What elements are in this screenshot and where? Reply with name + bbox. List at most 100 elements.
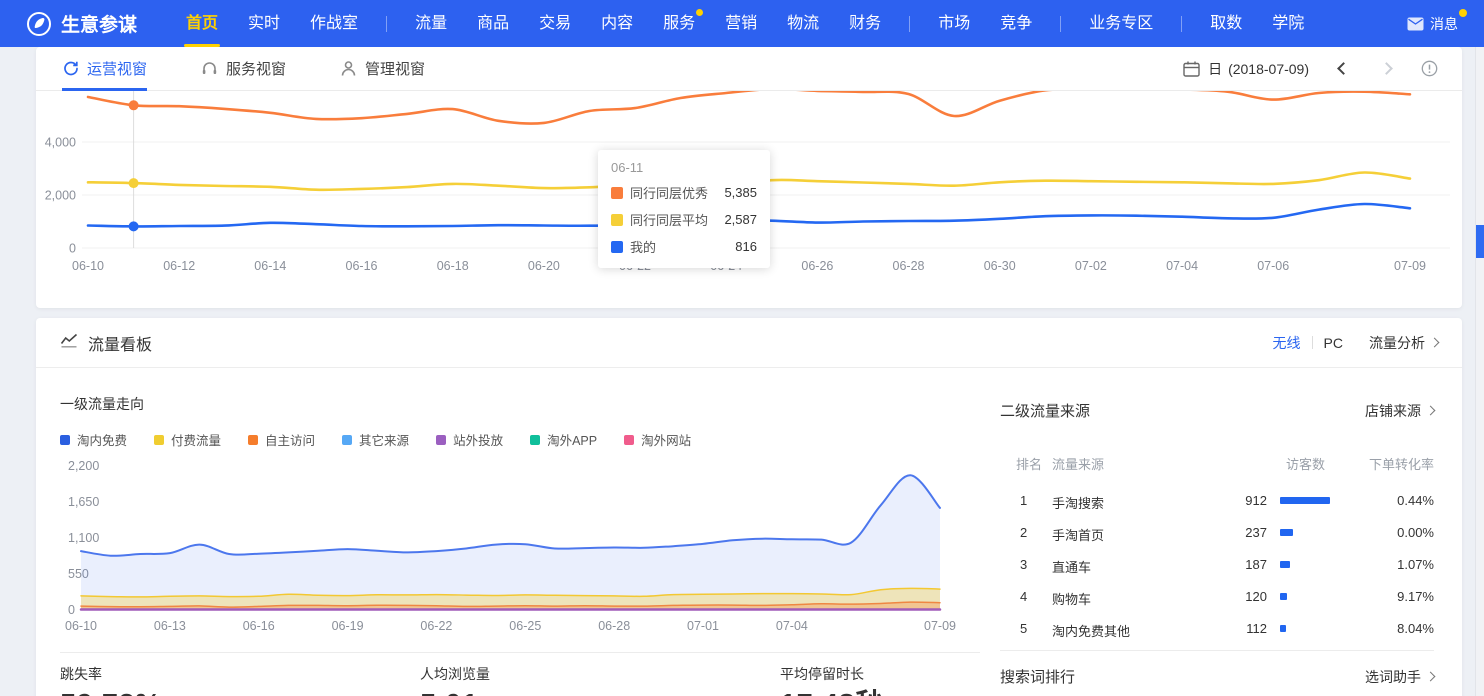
section-title: 流量看板 — [88, 331, 152, 355]
visitors-cell: 112 — [1246, 621, 1267, 636]
tab-management-view[interactable]: 管理视窗 — [340, 47, 425, 91]
date-granularity[interactable]: 日 — [1208, 59, 1222, 79]
stat-value: 59.72% — [60, 690, 420, 696]
brand[interactable]: 生意参谋 — [26, 10, 137, 37]
legend-swatch — [248, 435, 258, 445]
tooltip-series-name: 同行同层平均 — [630, 210, 708, 229]
x-tick-label: 06-20 — [528, 259, 560, 273]
visitors-bar — [1280, 593, 1287, 600]
nav-item-content[interactable]: 内容 — [601, 0, 633, 47]
legend-swatch — [611, 187, 623, 199]
nav-item-data-fetch[interactable]: 取数 — [1210, 0, 1242, 47]
legend-swatch — [624, 435, 634, 445]
legend-item-4[interactable]: 站外投放 — [436, 430, 503, 449]
x-tick-label: 07-04 — [776, 619, 808, 633]
area-fill-0 — [81, 475, 940, 610]
nav-item-academy[interactable]: 学院 — [1272, 0, 1304, 47]
tab-operation-view[interactable]: 运营视窗 — [62, 47, 147, 91]
nav-item-service[interactable]: 服务 — [663, 0, 695, 47]
tab-service-view[interactable]: 服务视窗 — [201, 47, 286, 91]
legend-item-0[interactable]: 淘内免费 — [60, 430, 127, 449]
nav-item-marketing[interactable]: 营销 — [725, 0, 757, 47]
nav-item-war-room[interactable]: 作战室 — [310, 0, 358, 47]
word-helper-link[interactable]: 选词助手 — [1365, 667, 1434, 687]
nav-item-home[interactable]: 首页 — [186, 0, 218, 47]
nav-item-business-zone[interactable]: 业务专区 — [1089, 0, 1153, 47]
nav-divider — [909, 16, 910, 32]
traffic-kanban-panel: 流量看板 无线 PC 流量分析 一级流量走向 淘内免费 付费流量 自主访问 其它来源 站… — [36, 318, 1462, 696]
rank-cell: 2 — [1020, 525, 1027, 540]
prev-date-button[interactable] — [1337, 62, 1350, 75]
stat-value: 5.01 — [420, 690, 780, 696]
source-cell[interactable]: 购物车 — [1052, 589, 1091, 608]
tooltip-rows: 同行同层优秀5,385同行同层平均2,587我的816 — [611, 183, 757, 256]
traffic-area-chart[interactable]: 2,2001,6501,100550006-1006-1306-1606-190… — [60, 458, 1020, 638]
conversion-cell: 9.17% — [1397, 589, 1434, 604]
x-tick-label: 07-09 — [924, 619, 956, 633]
x-tick-label: 06-28 — [598, 619, 630, 633]
conversion-cell: 0.44% — [1397, 493, 1434, 508]
source-cell[interactable]: 直通车 — [1052, 557, 1091, 576]
traffic-analysis-link[interactable]: 流量分析 — [1369, 333, 1438, 353]
nav-item-traffic[interactable]: 流量 — [415, 0, 447, 47]
nav-item-finance[interactable]: 财务 — [849, 0, 881, 47]
search-rank-footer: 搜索词排行 选词助手 — [1000, 666, 1434, 687]
legend-label: 其它来源 — [359, 430, 409, 449]
legend-item-2[interactable]: 自主访问 — [248, 430, 315, 449]
primary-traffic-title: 一级流量走向 — [60, 394, 144, 414]
x-tick-label: 06-22 — [420, 619, 452, 633]
sync-icon — [62, 60, 79, 77]
nav-item-trade[interactable]: 交易 — [539, 0, 571, 47]
tooltip-date: 06-11 — [611, 160, 757, 175]
legend-swatch — [60, 435, 70, 445]
tooltip-series-name: 我的 — [630, 237, 656, 256]
chevron-right-icon — [1426, 672, 1436, 682]
source-cell[interactable]: 淘内免费其他 — [1052, 621, 1130, 640]
scrollbar-thumb[interactable] — [1476, 225, 1484, 258]
source-cell[interactable]: 手淘搜索 — [1052, 493, 1104, 512]
source-cell[interactable]: 手淘首页 — [1052, 525, 1104, 544]
tooltip-series-value: 816 — [735, 239, 757, 254]
nav-item-realtime[interactable]: 实时 — [248, 0, 280, 47]
legend-item-3[interactable]: 其它来源 — [342, 430, 409, 449]
info-icon[interactable] — [1421, 60, 1438, 77]
nav-message[interactable]: 消息 — [1407, 14, 1458, 34]
trend-series-0 — [88, 91, 1410, 124]
traffic-source-row: 3直通车1871.07% — [1000, 548, 1434, 580]
rank-cell: 1 — [1020, 493, 1027, 508]
traffic-stats: 跳失率59.72%人均浏览量5.01平均停留时长17.48秒 — [60, 664, 1140, 696]
x-tick-label: 06-13 — [154, 619, 186, 633]
y-tick-label: 4,000 — [45, 136, 76, 150]
x-tick-label: 06-18 — [437, 259, 469, 273]
chart-legend: 淘内免费 付费流量 自主访问 其它来源 站外投放 淘外APP 淘外网站 — [60, 430, 718, 449]
nav-item-logistics[interactable]: 物流 — [787, 0, 819, 47]
x-tick-label: 06-30 — [984, 259, 1016, 273]
toggle-pc[interactable]: PC — [1324, 335, 1343, 351]
section-header: 流量看板 无线 PC 流量分析 — [36, 318, 1462, 368]
legend-swatch — [530, 435, 540, 445]
shop-source-link[interactable]: 店铺来源 — [1365, 401, 1434, 421]
scrollbar-track[interactable] — [1475, 47, 1484, 696]
notification-dot — [696, 9, 703, 16]
calendar-icon[interactable] — [1183, 61, 1200, 77]
toggle-wireless[interactable]: 无线 — [1273, 333, 1301, 353]
date-value[interactable]: (2018-07-09) — [1228, 61, 1309, 77]
divider — [1000, 650, 1434, 651]
headset-icon — [201, 60, 218, 77]
next-date-button[interactable] — [1380, 62, 1393, 75]
column-conversion: 下单转化率 — [1369, 454, 1434, 473]
rank-cell: 4 — [1020, 589, 1027, 604]
y-tick-label: 0 — [68, 603, 75, 617]
x-tick-label: 06-16 — [243, 619, 275, 633]
y-tick-label: 1,100 — [68, 531, 99, 545]
nav-item-competition[interactable]: 竞争 — [1000, 0, 1032, 47]
nav-item-product[interactable]: 商品 — [477, 0, 509, 47]
nav-item-market[interactable]: 市场 — [938, 0, 970, 47]
secondary-traffic-header: 二级流量来源 店铺来源 — [1000, 400, 1434, 421]
legend-item-6[interactable]: 淘外网站 — [624, 430, 691, 449]
legend-item-5[interactable]: 淘外APP — [530, 430, 597, 449]
x-tick-label: 07-09 — [1394, 259, 1426, 273]
legend-item-1[interactable]: 付费流量 — [154, 430, 221, 449]
secondary-traffic-panel: 二级流量来源 店铺来源 排名 流量来源 访客数 下单转化率 1手淘搜索9120.… — [1000, 400, 1434, 696]
nav-menu: 首页实时作战室 流量商品交易内容服务营销物流财务 市场竞争 业务专区 取数学院 — [171, 0, 1407, 47]
